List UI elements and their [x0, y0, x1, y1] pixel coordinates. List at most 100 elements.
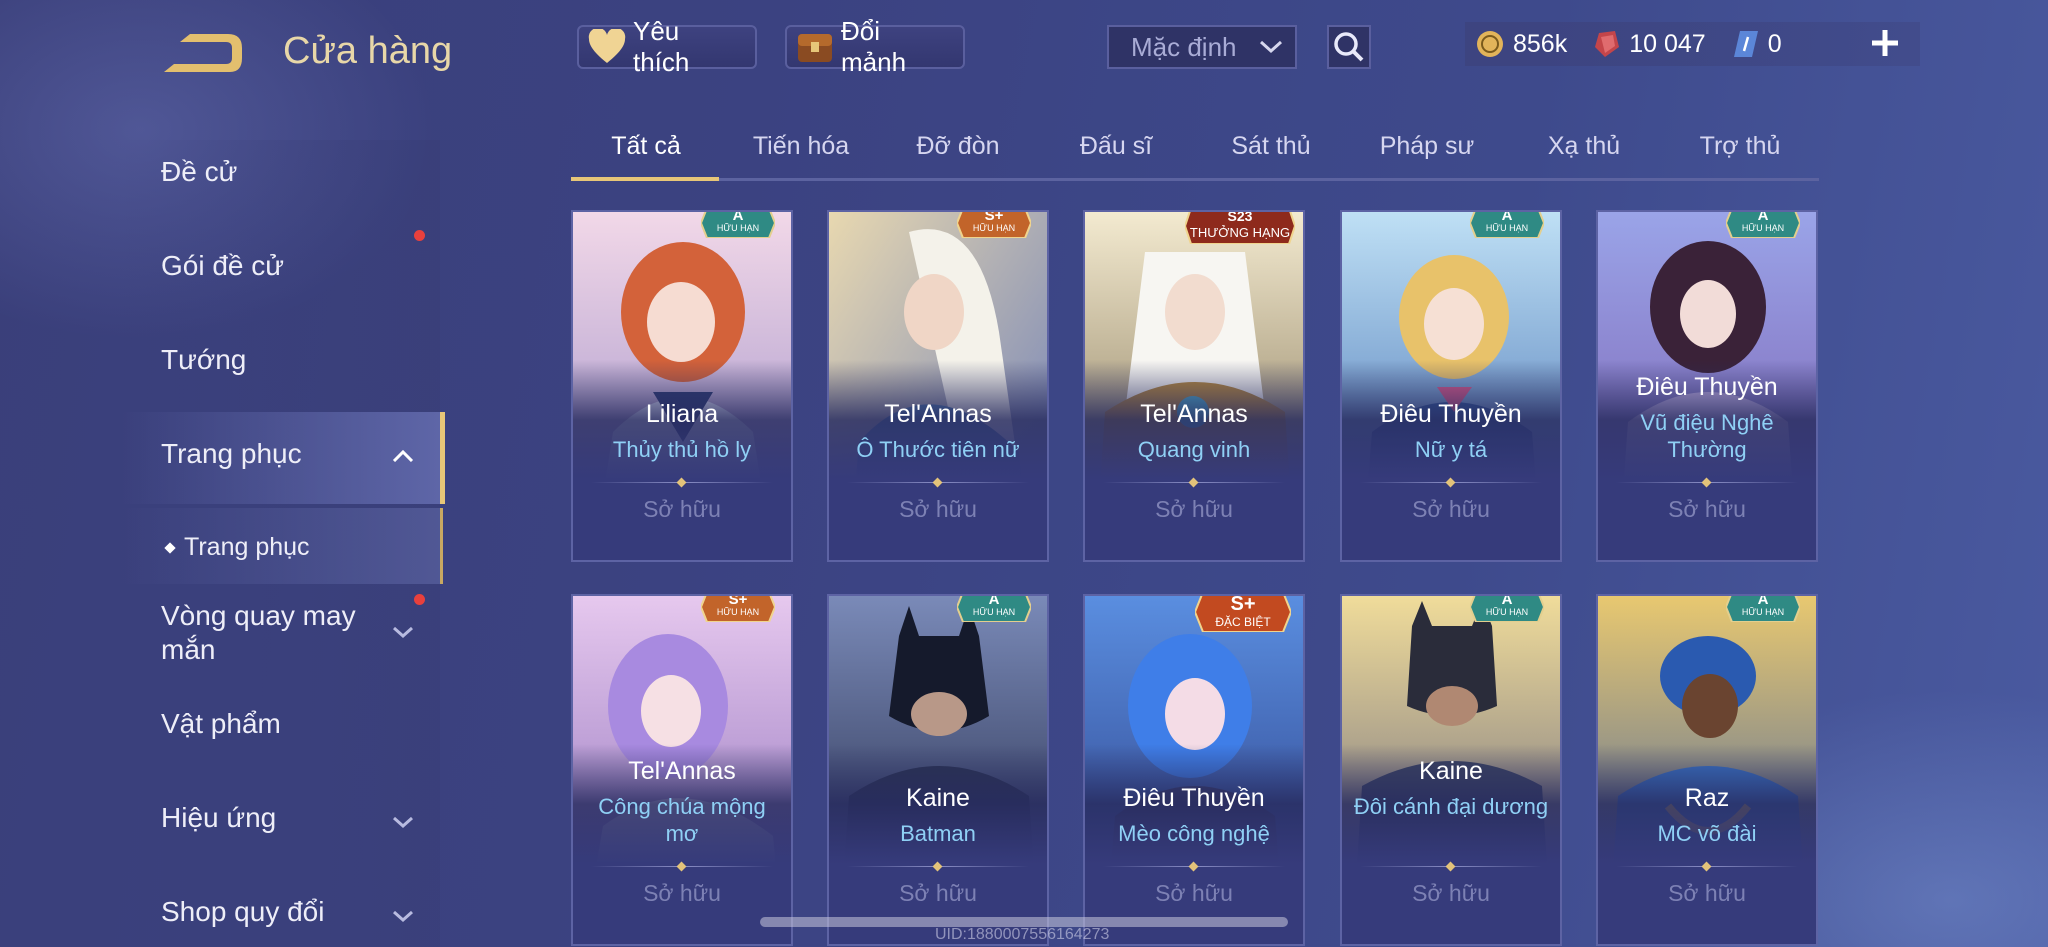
voucher-currency: 10 047: [1593, 29, 1706, 59]
skin-card[interactable]: A HỮU HẠN Raz MC võ đài Sở hữu: [1596, 594, 1818, 946]
add-currency-button[interactable]: [1870, 20, 1900, 68]
card-info: Liliana Thủy thủ hồ ly Sở hữu: [573, 360, 791, 560]
tier-label: A: [1757, 594, 1769, 608]
chevron-down-icon: [1259, 40, 1283, 54]
tier-label: S23: [1227, 210, 1253, 224]
tier-sub-label: HỮU HẠN: [1485, 223, 1529, 233]
search-button[interactable]: [1327, 25, 1371, 69]
sidebar: Đề cử Gói đề cử Tướng Trang phục Trang p…: [120, 140, 445, 947]
page-title: Cửa hàng: [283, 30, 453, 72]
search-icon: [1334, 32, 1364, 62]
sidebar-item-exchange-shop[interactable]: Shop quy đổi: [161, 896, 421, 928]
sort-dropdown[interactable]: Mặc định: [1107, 25, 1297, 69]
exchange-pieces-button[interactable]: Đổi mảnh: [785, 16, 965, 77]
tab-mage[interactable]: Pháp sư: [1352, 132, 1502, 161]
skin-card[interactable]: A HỮU HẠN Kaine Đôi cánh đại dương Sở hữ…: [1340, 594, 1562, 946]
back-button[interactable]: [160, 28, 246, 78]
skin-name: Ô Thước tiên nữ: [856, 437, 1020, 462]
hero-name: Điêu Thuyền: [1380, 400, 1522, 428]
tier-badge: A HỮU HẠN: [1726, 594, 1800, 622]
owned-status: Sở hữu: [643, 496, 721, 522]
skin-card[interactable]: S+ HỮU HẠN Tel'Annas Công chúa mộng mơ S…: [571, 594, 793, 946]
tier-badge: S+ HỮU HẠN: [701, 594, 775, 622]
tier-badge: S+ HỮU HẠN: [957, 212, 1031, 238]
tier-label: A: [732, 210, 744, 224]
skin-card[interactable]: A HỮU HẠN Điêu Thuyền Vũ điệu Nghê Thườn…: [1596, 210, 1818, 562]
tab-all[interactable]: Tất cả: [571, 132, 721, 161]
active-tab-indicator: [571, 177, 719, 181]
hero-name: Tel'Annas: [884, 400, 992, 428]
skin-card[interactable]: S+ ĐẶC BIỆT Điêu Thuyền Mèo công nghệ Sở…: [1083, 594, 1305, 946]
skin-name: Vũ điệu Nghê Thường: [1640, 410, 1774, 462]
card-info: Tel'Annas Công chúa mộng mơ Sở hữu: [573, 744, 791, 944]
tier-sub-label: HỮU HẠN: [1485, 607, 1529, 617]
tab-fighter[interactable]: Đấu sĩ: [1041, 132, 1191, 161]
hero-name: Tel'Annas: [628, 757, 736, 785]
chevron-down-icon: [393, 910, 413, 922]
sidebar-item-heroes[interactable]: Tướng: [161, 344, 421, 376]
tier-sub-label: HỮU HẠN: [972, 223, 1016, 233]
coupon-icon: [1733, 31, 1758, 57]
tier-label: S+: [1230, 594, 1256, 615]
owned-status: Sở hữu: [1155, 496, 1233, 522]
tab-tank[interactable]: Đỡ đòn: [883, 132, 1033, 161]
pieces-label: Đổi mảnh: [841, 16, 907, 77]
skin-card[interactable]: S+ HỮU HẠN Tel'Annas Ô Thước tiên nữ Sở …: [827, 210, 1049, 562]
skin-name: Nữ y tá: [1414, 437, 1488, 462]
skin-card[interactable]: A HỮU HẠN Điêu Thuyền Nữ y tá Sở hữu: [1340, 210, 1562, 562]
back-arrow-icon: [164, 34, 242, 72]
sidebar-item-lucky-spin[interactable]: Vòng quay may mắn: [161, 599, 391, 667]
card-info: Raz MC võ đài Sở hữu: [1598, 744, 1816, 944]
divider-diamond-icon: [932, 861, 943, 872]
hero-name: Tel'Annas: [1140, 400, 1248, 428]
skin-card[interactable]: A HỮU HẠN Kaine Batman Sở hữu: [827, 594, 1049, 946]
skin-card[interactable]: A HỮU HẠN Liliana Thủy thủ hồ ly Sở hữu: [571, 210, 793, 562]
card-info: Điêu Thuyền Nữ y tá Sở hữu: [1342, 360, 1560, 560]
tier-sub-label: THƯỞNG HẠNG: [1189, 225, 1291, 240]
tier-sub-label: HỮU HẠN: [716, 223, 760, 233]
sidebar-subitem-skins[interactable]: Trang phục: [184, 533, 444, 562]
divider-diamond-icon: [676, 477, 687, 488]
tier-label: A: [1501, 210, 1513, 224]
tier-label: S+: [728, 594, 748, 608]
tier-sub-label: HỮU HẠN: [972, 607, 1016, 617]
gold-currency: 856k: [1475, 29, 1567, 59]
tab-support[interactable]: Trợ thủ: [1665, 132, 1815, 161]
tier-badge: S23 THƯỞNG HẠNG: [1185, 210, 1295, 244]
divider-diamond-icon: [1445, 477, 1456, 488]
favorites-button[interactable]: Yêu thích: [577, 16, 757, 77]
skin-grid: A HỮU HẠN Liliana Thủy thủ hồ ly Sở hữu …: [571, 210, 1819, 947]
tab-marksman[interactable]: Xạ thủ: [1509, 132, 1659, 161]
sidebar-item-bundles[interactable]: Gói đề cử: [161, 250, 421, 282]
owned-status: Sở hữu: [643, 880, 721, 906]
owned-status: Sở hữu: [1412, 880, 1490, 906]
ruby-voucher-icon: [1595, 31, 1620, 57]
tab-evolution[interactable]: Tiến hóa: [726, 132, 876, 161]
card-info: Điêu Thuyền Vũ điệu Nghê Thường Sở hữu: [1598, 360, 1816, 560]
heart-icon: [588, 29, 626, 63]
sidebar-item-items[interactable]: Vật phẩm: [161, 708, 421, 740]
sidebar-item-effects[interactable]: Hiệu ứng: [161, 802, 421, 834]
tier-label: A: [1757, 210, 1769, 224]
sort-selected-value: Mặc định: [1131, 31, 1237, 62]
user-id-label: UID:1880007556164273: [935, 926, 1110, 943]
owned-status: Sở hữu: [1668, 496, 1746, 522]
tab-assassin[interactable]: Sát thủ: [1196, 132, 1346, 161]
home-indicator-bar[interactable]: [760, 917, 1288, 927]
tier-badge: A HỮU HẠN: [701, 210, 775, 238]
tier-sub-label: HỮU HẠN: [1741, 223, 1785, 233]
coupon-amount: 0: [1767, 29, 1782, 58]
gold-amount: 856k: [1513, 29, 1568, 58]
owned-status: Sở hữu: [899, 880, 977, 906]
skin-name: Mèo công nghệ: [1118, 821, 1270, 846]
currency-bar: 856k 10 047 0: [1465, 22, 1920, 66]
skin-card[interactable]: S23 THƯỞNG HẠNG Tel'Annas Quang vinh Sở …: [1083, 210, 1305, 562]
hero-name: Điêu Thuyền: [1123, 784, 1265, 812]
tier-badge: A HỮU HẠN: [1726, 210, 1800, 238]
card-info: Tel'Annas Quang vinh Sở hữu: [1085, 360, 1303, 560]
sidebar-item-recommended[interactable]: Đề cử: [161, 156, 421, 188]
coupon-currency: 0: [1732, 29, 1782, 59]
divider-diamond-icon: [1445, 861, 1456, 872]
chevron-up-icon: [392, 450, 414, 462]
sidebar-item-skins[interactable]: Trang phục: [161, 438, 421, 470]
